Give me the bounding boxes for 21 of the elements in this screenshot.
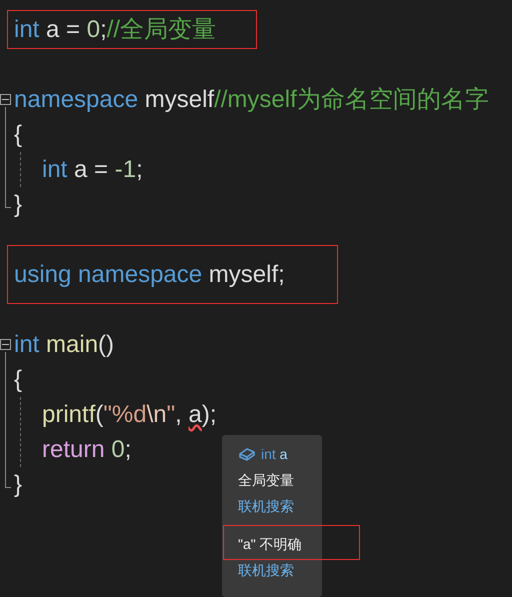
collapse-icon[interactable] [0,339,11,350]
code-line: { [14,365,22,395]
code-line: int a = -1; [42,155,143,185]
code-line: } [14,190,22,220]
indent-guide [20,152,21,187]
code-line: namespace myself//myself为命名空间的名字 [14,85,489,115]
code-line: printf("%d\n", a); [42,400,216,430]
signature-text: int a [261,444,288,464]
code-line: } [14,470,22,500]
search-link[interactable]: 联机搜索 [238,560,294,580]
code-line: int a = 0;//全局变量 [14,16,216,43]
code-line: using namespace myself; [14,261,285,288]
tooltip-text: 全局变量 [238,470,294,490]
code-line: int main() [14,330,114,360]
indent-guide [20,397,21,467]
collapse-icon[interactable] [0,94,11,105]
tooltip-text: "a" 不明确 [238,534,302,554]
code-line: return 0; [42,435,132,465]
code-line: { [14,120,22,150]
variable-icon [238,446,256,462]
search-link[interactable]: 联机搜索 [238,496,294,516]
